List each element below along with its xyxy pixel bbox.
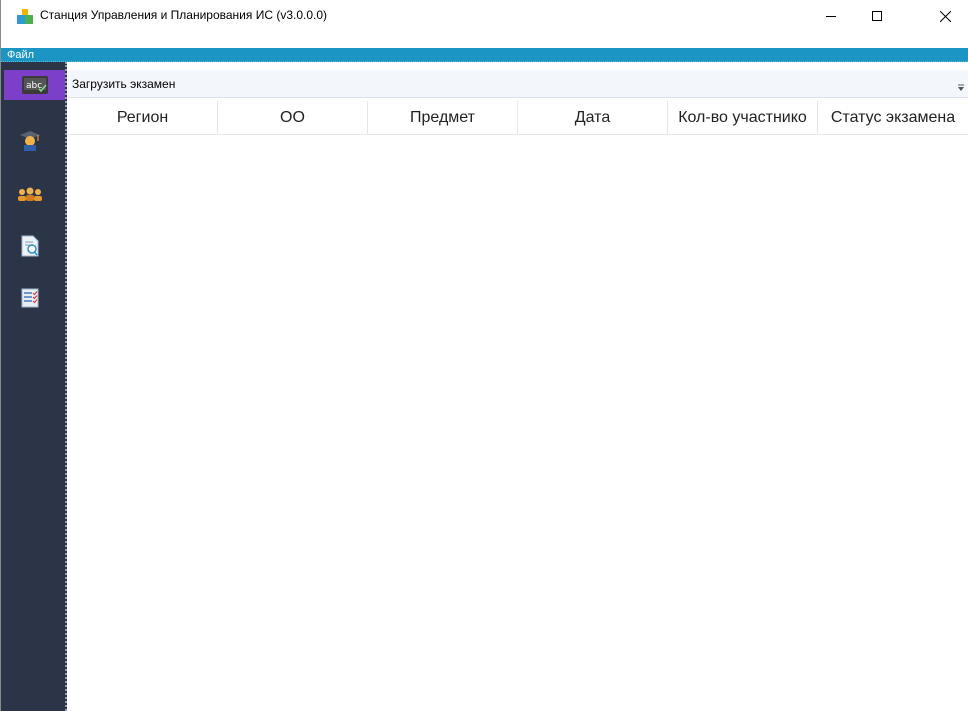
app-logo-icon (17, 9, 33, 25)
close-button[interactable] (922, 0, 968, 32)
toolbar-overflow-icon[interactable] (958, 84, 964, 92)
grid-header: Регион ОО Предмет Дата Кол-во участнико … (68, 101, 968, 135)
maximize-button[interactable] (854, 0, 900, 32)
column-header-subject[interactable]: Предмет (368, 101, 518, 135)
app-window: Станция Управления и Планирования ИС (v3… (0, 0, 968, 711)
exams-grid: Регион ОО Предмет Дата Кол-во участнико … (68, 101, 968, 711)
title-bar[interactable]: Станция Управления и Планирования ИС (v3… (1, 0, 968, 32)
column-header-participants[interactable]: Кол-во участнико (668, 101, 818, 135)
sidebar-item-checklist[interactable] (9, 280, 51, 316)
window-title: Станция Управления и Планирования ИС (v3… (40, 8, 328, 22)
sidebar-item-reports[interactable] (9, 228, 51, 264)
menu-bar: Файл (1, 48, 968, 62)
sidebar-item-participants[interactable] (9, 176, 51, 212)
minimize-button[interactable] (808, 0, 854, 32)
navigation-sidebar: abc (1, 62, 67, 711)
document-search-icon (21, 235, 39, 257)
users-group-icon (18, 187, 42, 201)
exam-toolbar: Загрузить экзамен (68, 70, 968, 98)
spellcheck-abc-icon: abc (21, 76, 48, 94)
column-header-region[interactable]: Регион (68, 101, 218, 135)
graduate-icon (20, 131, 40, 151)
column-header-date[interactable]: Дата (518, 101, 668, 135)
checklist-icon (21, 288, 39, 308)
sidebar-item-graduates[interactable] (9, 122, 51, 158)
column-header-status[interactable]: Статус экзамена (818, 101, 968, 135)
column-header-org[interactable]: ОО (218, 101, 368, 135)
sidebar-item-exams[interactable]: abc (4, 70, 65, 100)
maximize-icon (872, 11, 882, 21)
minimize-icon (826, 16, 836, 17)
menu-file[interactable]: Файл (5, 48, 36, 62)
load-exam-button[interactable]: Загрузить экзамен (70, 75, 177, 93)
close-icon (939, 10, 951, 22)
